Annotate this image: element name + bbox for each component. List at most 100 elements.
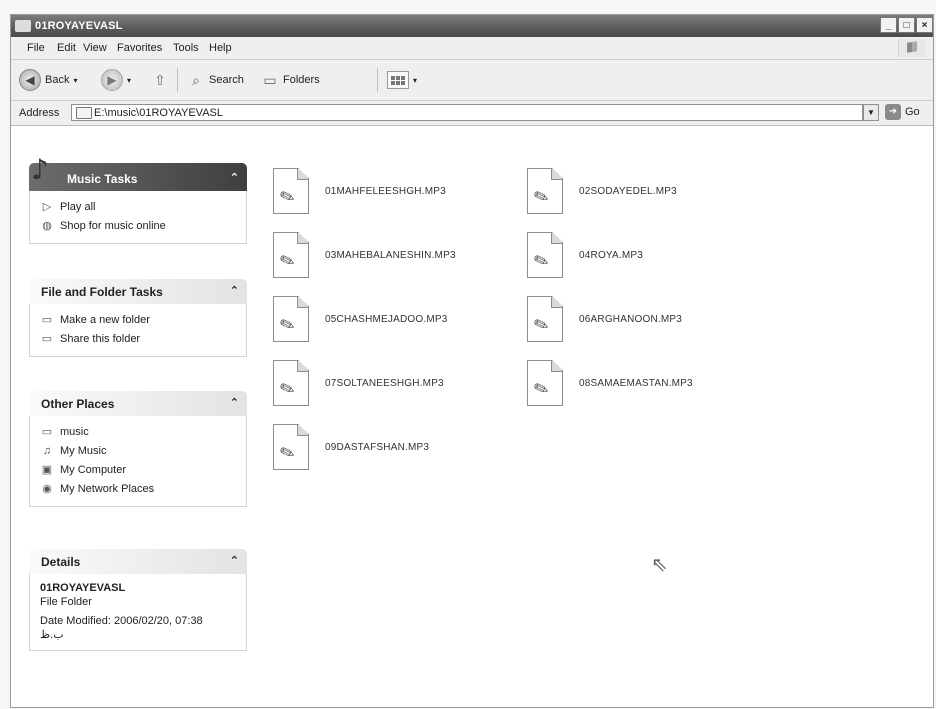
other-places-header[interactable]: Other Places ⌃ xyxy=(29,391,247,416)
file-item[interactable]: ✎ 03MAHEBALANESHIN.MP3 xyxy=(273,225,456,285)
file-item[interactable]: ✎ 05CHASHMEJADOO.MP3 xyxy=(273,289,448,349)
go-arrow-icon: ➜ xyxy=(885,104,901,120)
forward-button[interactable]: ▶ ▾ xyxy=(101,69,131,91)
place-my-music[interactable]: ♫ My Music xyxy=(40,441,236,460)
back-dropdown-icon: ▾ xyxy=(73,75,78,85)
place-label: My Computer xyxy=(60,463,127,476)
forward-arrow-icon: ▶ xyxy=(101,69,123,91)
music-tasks-header[interactable]: ♪ Music Tasks ⌃ xyxy=(29,153,247,191)
place-label: My Network Places xyxy=(60,482,155,495)
menu-view[interactable]: View xyxy=(83,42,107,54)
computer-icon: ▣ xyxy=(41,464,53,476)
minimize-button[interactable]: _ xyxy=(880,17,897,33)
forward-dropdown-icon: ▾ xyxy=(127,75,132,85)
place-network[interactable]: ◉ My Network Places xyxy=(40,479,236,498)
toolbar-separator xyxy=(177,68,178,92)
toolbar-separator xyxy=(377,68,378,92)
play-icon: ▷ xyxy=(42,201,52,213)
file-name: 03MAHEBALANESHIN.MP3 xyxy=(325,249,456,261)
task-share-folder[interactable]: ▭ Share this folder xyxy=(40,329,236,348)
folders-icon: ▭ xyxy=(263,71,277,88)
menu-bar: File Edit View Favorites Tools Help xyxy=(11,37,933,60)
views-icon xyxy=(387,71,409,89)
music-note-icon: ♪ xyxy=(31,153,49,186)
file-name: 09DASTAFSHAN.MP3 xyxy=(325,441,430,453)
place-label: My Music xyxy=(60,444,107,457)
file-item[interactable]: ✎ 09DASTAFSHAN.MP3 xyxy=(273,417,429,477)
globe-icon: ◍ xyxy=(42,220,52,232)
task-play-all[interactable]: ▷ Play all xyxy=(40,197,236,216)
file-item[interactable]: ✎ 07SOLTANEESHGH.MP3 xyxy=(273,353,444,413)
task-shop-music[interactable]: ◍ Shop for music online xyxy=(40,216,236,235)
task-new-folder[interactable]: ▭ Make a new folder xyxy=(40,310,236,329)
address-input[interactable]: E:\music\01ROYAYEVASL xyxy=(71,104,863,121)
details-header[interactable]: Details ⌃ xyxy=(29,549,247,574)
collapse-chevron-icon[interactable]: ⌃ xyxy=(230,396,239,409)
address-dropdown-button[interactable]: ▼ xyxy=(863,104,879,121)
menu-tools[interactable]: Tools xyxy=(173,42,199,54)
collapse-chevron-icon[interactable]: ⌃ xyxy=(230,554,239,567)
file-name: 08SAMAEMASTAN.MP3 xyxy=(579,377,693,389)
collapse-chevron-icon[interactable]: ⌃ xyxy=(230,284,239,297)
file-item[interactable]: ✎ 02SODAYEDEL.MP3 xyxy=(527,161,677,221)
task-label: Shop for music online xyxy=(60,219,166,232)
mp3-file-icon: ✎ xyxy=(273,168,309,214)
up-folder-button[interactable]: ⇧ xyxy=(151,69,169,91)
file-item[interactable]: ✎ 06ARGHANOON.MP3 xyxy=(527,289,682,349)
menu-favorites[interactable]: Favorites xyxy=(117,42,162,54)
views-button[interactable]: ▾ xyxy=(387,69,417,91)
back-label: Back xyxy=(45,74,70,86)
file-name: 01MAHFELEESHGH.MP3 xyxy=(325,185,446,197)
file-item[interactable]: ✎ 01MAHFELEESHGH.MP3 xyxy=(273,161,446,221)
go-button[interactable]: ➜ Go xyxy=(885,104,920,120)
network-icon: ◉ xyxy=(42,483,52,495)
maximize-button[interactable]: □ xyxy=(898,17,915,33)
file-name: 04ROYA.MP3 xyxy=(579,249,644,261)
file-folder-tasks-panel: File and Folder Tasks ⌃ ▭ Make a new fol… xyxy=(29,279,247,357)
search-label: Search xyxy=(209,74,244,86)
windows-logo-icon xyxy=(898,39,925,57)
file-folder-tasks-header[interactable]: File and Folder Tasks ⌃ xyxy=(29,279,247,304)
go-label: Go xyxy=(905,106,920,118)
menu-edit[interactable]: Edit xyxy=(57,42,76,54)
details-title: Details xyxy=(41,555,81,569)
back-arrow-icon: ◀ xyxy=(19,69,41,91)
back-button[interactable]: ◀ Back ▾ xyxy=(19,69,77,91)
file-item[interactable]: ✎ 08SAMAEMASTAN.MP3 xyxy=(527,353,693,413)
address-path: E:\music\01ROYAYEVASL xyxy=(94,107,223,119)
mp3-file-icon: ✎ xyxy=(527,168,563,214)
search-icon: ⌕ xyxy=(192,71,200,88)
search-button[interactable]: ⌕ Search xyxy=(187,69,244,91)
mp3-file-icon: ✎ xyxy=(273,296,309,342)
close-button[interactable]: × xyxy=(916,17,933,33)
toolbar: ◀ Back ▾ ▶ ▾ ⇧ ⌕ Search ▭ Folders ▾ xyxy=(11,60,933,101)
task-label: Make a new folder xyxy=(60,313,150,326)
title-bar[interactable]: 01ROYAYEVASL _ □ × xyxy=(11,15,933,37)
folders-label: Folders xyxy=(283,74,320,86)
file-item[interactable]: ✎ 04ROYA.MP3 xyxy=(527,225,643,285)
folders-button[interactable]: ▭ Folders xyxy=(261,69,320,91)
collapse-chevron-icon[interactable]: ⌃ xyxy=(230,171,239,184)
menu-file[interactable]: File xyxy=(27,42,45,54)
music-tasks-panel: ♪ Music Tasks ⌃ ▷ Play all ◍ Shop for mu… xyxy=(29,153,247,244)
explorer-window: 01ROYAYEVASL _ □ × File Edit View Favori… xyxy=(10,14,934,708)
mp3-file-icon: ✎ xyxy=(527,360,563,406)
place-my-computer[interactable]: ▣ My Computer xyxy=(40,460,236,479)
menu-help[interactable]: Help xyxy=(209,42,232,54)
folder-icon: ▭ xyxy=(41,426,53,438)
share-folder-icon: ▭ xyxy=(41,333,53,345)
mp3-file-icon: ✎ xyxy=(273,232,309,278)
views-dropdown-icon: ▾ xyxy=(413,75,418,85)
folder-icon xyxy=(76,107,92,119)
file-name: 07SOLTANEESHGH.MP3 xyxy=(325,377,444,389)
task-pane: ♪ Music Tasks ⌃ ▷ Play all ◍ Shop for mu… xyxy=(11,127,259,707)
mp3-file-icon: ✎ xyxy=(527,232,563,278)
music-tasks-title: Music Tasks xyxy=(67,172,138,186)
other-places-title: Other Places xyxy=(41,397,115,411)
place-music[interactable]: ▭ music xyxy=(40,422,236,441)
mp3-file-icon: ✎ xyxy=(273,424,309,470)
folder-icon xyxy=(15,20,31,32)
task-label: Share this folder xyxy=(60,332,141,345)
other-places-panel: Other Places ⌃ ▭ music ♫ My Music ▣ My C… xyxy=(29,391,247,507)
task-label: Play all xyxy=(60,200,96,213)
